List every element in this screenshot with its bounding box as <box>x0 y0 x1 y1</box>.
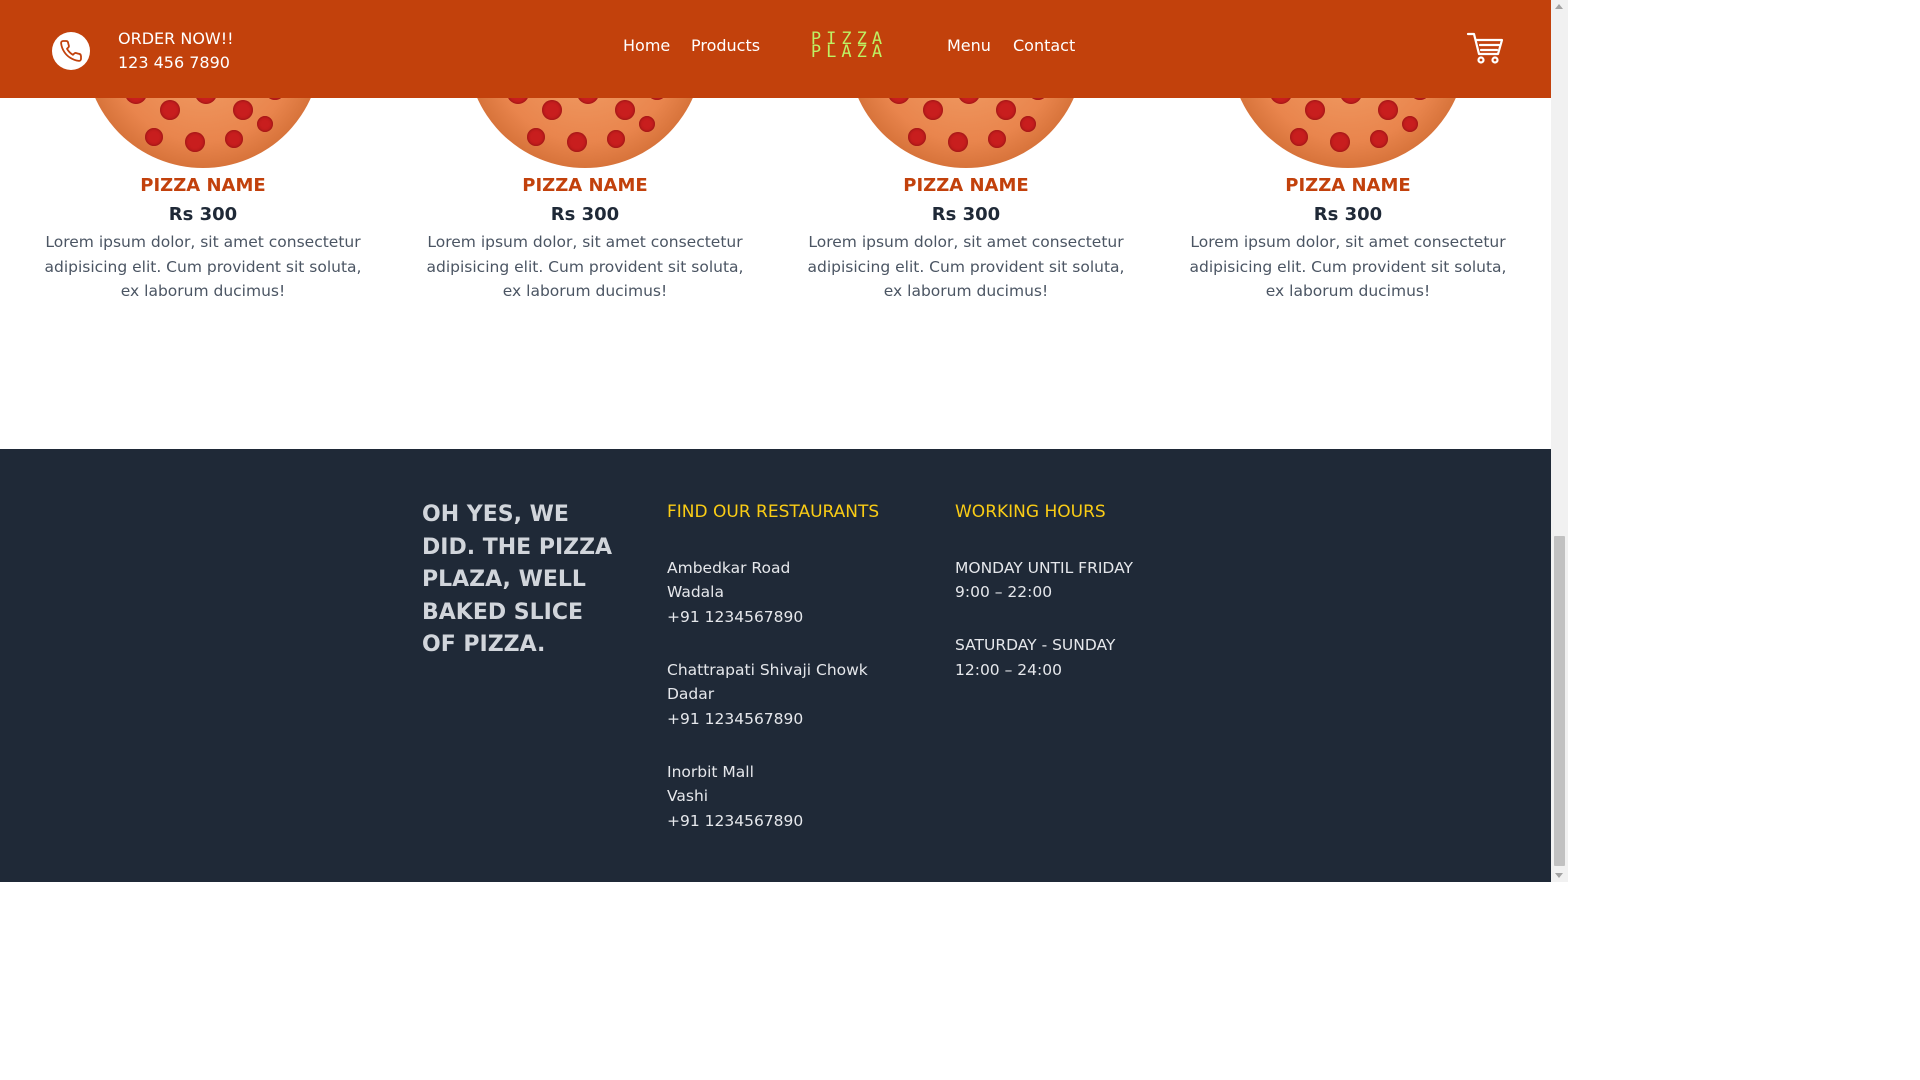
footer-tagline: OH YES, WE DID. THE PIZZA PLAZA, WELL BA… <box>422 502 613 658</box>
restaurant-street: Chattrapati Shivaji Chowk <box>667 661 868 679</box>
nav-home[interactable]: Home <box>623 34 670 58</box>
pizza-name: PIZZA NAME <box>1285 175 1411 196</box>
scroll-down-arrow-icon[interactable] <box>1555 873 1563 878</box>
restaurant-street: Ambedkar Road <box>667 559 791 577</box>
pizza-description: Lorem ipsum dolor, sit amet consectetur … <box>807 233 1125 300</box>
restaurant-area: Wadala <box>667 583 724 601</box>
scroll-thumb[interactable] <box>1554 536 1565 866</box>
hours-time: 9:00 – 22:00 <box>955 583 1053 601</box>
restaurant-area: Vashi <box>667 787 709 805</box>
cart-icon[interactable] <box>1466 30 1504 66</box>
pizza-name: PIZZA NAME <box>140 175 266 196</box>
nav-contact[interactable]: Contact <box>1013 34 1075 58</box>
page-scrollbar[interactable] <box>1551 0 1568 882</box>
pizza-price: Rs 300 <box>168 204 238 225</box>
pizza-description: Lorem ipsum dolor, sit amet consectetur … <box>1189 233 1507 300</box>
navbar: ORDER NOW!! 123 456 7890 Home Products P… <box>0 0 1551 98</box>
order-phone[interactable]: 123 456 7890 <box>118 51 234 75</box>
pizza-description: Lorem ipsum dolor, sit amet consectetur … <box>44 233 362 300</box>
pizza-price: Rs 300 <box>931 204 1001 225</box>
hours-time: 12:00 – 24:00 <box>955 661 1062 679</box>
pizza-price: Rs 300 <box>1313 204 1383 225</box>
hours-days: SATURDAY - SUNDAY <box>955 636 1116 654</box>
restaurant-street: Inorbit Mall <box>667 763 754 781</box>
pizza-name: PIZZA NAME <box>903 175 1029 196</box>
phone-icon[interactable] <box>52 32 90 70</box>
pizza-description: Lorem ipsum dolor, sit amet consectetur … <box>426 233 744 300</box>
scroll-up-arrow-icon[interactable] <box>1555 4 1563 9</box>
restaurants-heading: FIND OUR RESTAURANTS <box>667 502 880 522</box>
restaurant-phone[interactable]: +91 1234567890 <box>667 605 803 630</box>
nav-products[interactable]: Products <box>691 34 760 58</box>
restaurant-area: Dadar <box>667 685 715 703</box>
pizza-price: Rs 300 <box>550 204 620 225</box>
footer: OH YES, WE DID. THE PIZZA PLAZA, WELL BA… <box>0 449 1551 882</box>
hours-days: MONDAY UNTIL FRIDAY <box>955 559 1133 577</box>
order-label: ORDER NOW!! <box>118 29 234 48</box>
logo-line-2: PLAZA <box>810 42 888 62</box>
pizza-name: PIZZA NAME <box>522 175 648 196</box>
restaurant-phone[interactable]: +91 1234567890 <box>667 809 803 834</box>
restaurant-phone[interactable]: +91 1234567890 <box>667 707 803 732</box>
nav-menu[interactable]: Menu <box>947 34 991 58</box>
order-contact: ORDER NOW!! 123 456 7890 <box>118 27 234 75</box>
logo[interactable]: PIZZA PLAZA <box>796 31 902 63</box>
hours-heading: WORKING HOURS <box>955 502 1106 522</box>
